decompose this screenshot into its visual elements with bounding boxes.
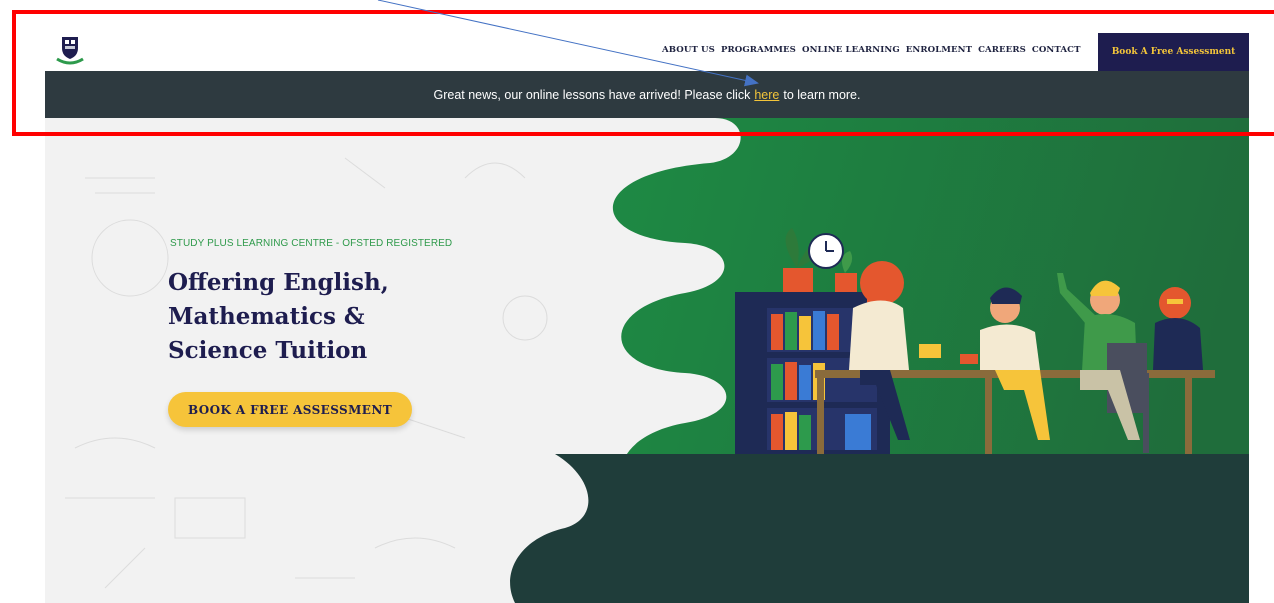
site-header: ABOUT US PROGRAMMES ONLINE LEARNING ENRO… xyxy=(45,33,1249,71)
math-doodles xyxy=(65,157,548,589)
nav-about-us[interactable]: ABOUT US xyxy=(662,45,715,55)
school-crest-icon[interactable] xyxy=(53,35,87,67)
announcement-text-after: to learn more. xyxy=(783,87,861,102)
book-assessment-header-button[interactable]: Book A Free Assessment xyxy=(1098,33,1249,71)
announcement-text-before: Great news, our online lessons have arri… xyxy=(433,87,751,102)
hero-headline: Offering English, Mathematics & Science … xyxy=(168,266,389,368)
nav-careers[interactable]: CAREERS xyxy=(978,45,1026,55)
headline-line-3: Science Tuition xyxy=(168,337,368,364)
headline-line-2: Mathematics & xyxy=(168,303,365,330)
nav-enrolment[interactable]: ENROLMENT xyxy=(906,45,972,55)
announcement-bar: Great news, our online lessons have arri… xyxy=(45,71,1249,118)
book-free-assessment-button[interactable]: BOOK A FREE ASSESSMENT xyxy=(168,392,412,427)
headline-line-1: Offering English, xyxy=(168,269,389,296)
nav-online-learning[interactable]: ONLINE LEARNING xyxy=(802,45,900,55)
announcement-here-link[interactable]: here xyxy=(754,88,779,102)
hero-kicker: STUDY PLUS LEARNING CENTRE - OFSTED REGI… xyxy=(170,238,453,249)
nav-programmes[interactable]: PROGRAMMES xyxy=(721,45,796,55)
hero-section: STUDY PLUS LEARNING CENTRE - OFSTED REGI… xyxy=(45,118,1249,603)
main-nav: ABOUT US PROGRAMMES ONLINE LEARNING ENRO… xyxy=(662,45,1081,55)
nav-contact[interactable]: CONTACT xyxy=(1032,45,1081,55)
